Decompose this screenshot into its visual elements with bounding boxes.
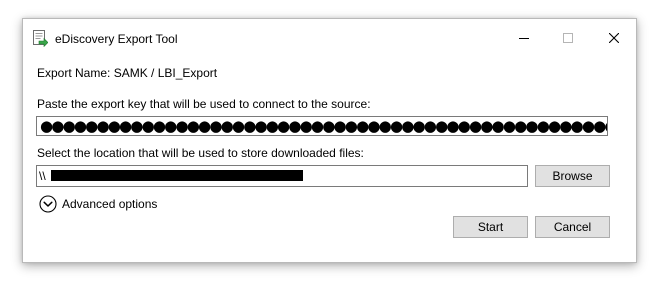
location-value: \\ <box>39 169 46 183</box>
app-icon <box>33 30 48 47</box>
maximize-icon <box>563 33 573 43</box>
chevron-down-circle-icon <box>39 195 57 213</box>
export-key-label: Paste the export key that will be used t… <box>37 97 371 111</box>
minimize-button[interactable] <box>501 19 547 57</box>
export-tool-window: eDiscovery Export Tool Export Name: SAMK… <box>22 18 637 263</box>
export-name-label: Export Name: SAMK / LBI_Export <box>37 66 218 80</box>
title-bar[interactable]: eDiscovery Export Tool <box>23 19 636 57</box>
export-key-input[interactable]: ●●●●●●●●●●●●●●●●●●●●●●●●●●●●●●●●●●●●●●●●… <box>36 116 608 136</box>
export-key-value: ●●●●●●●●●●●●●●●●●●●●●●●●●●●●●●●●●●●●●●●●… <box>40 117 607 135</box>
close-icon <box>609 33 619 43</box>
minimize-icon <box>519 38 529 39</box>
advanced-options-toggle[interactable]: Advanced options <box>39 193 157 215</box>
advanced-options-label: Advanced options <box>62 197 158 211</box>
browse-button[interactable]: Browse <box>535 165 610 187</box>
start-button[interactable]: Start <box>453 216 528 238</box>
cancel-button[interactable]: Cancel <box>535 216 610 238</box>
close-button[interactable] <box>591 19 637 57</box>
location-label: Select the location that will be used to… <box>37 146 364 160</box>
location-input[interactable]: \\ <box>36 165 528 187</box>
location-redaction <box>51 170 303 181</box>
window-title: eDiscovery Export Tool <box>55 32 178 46</box>
maximize-button[interactable] <box>545 19 591 57</box>
